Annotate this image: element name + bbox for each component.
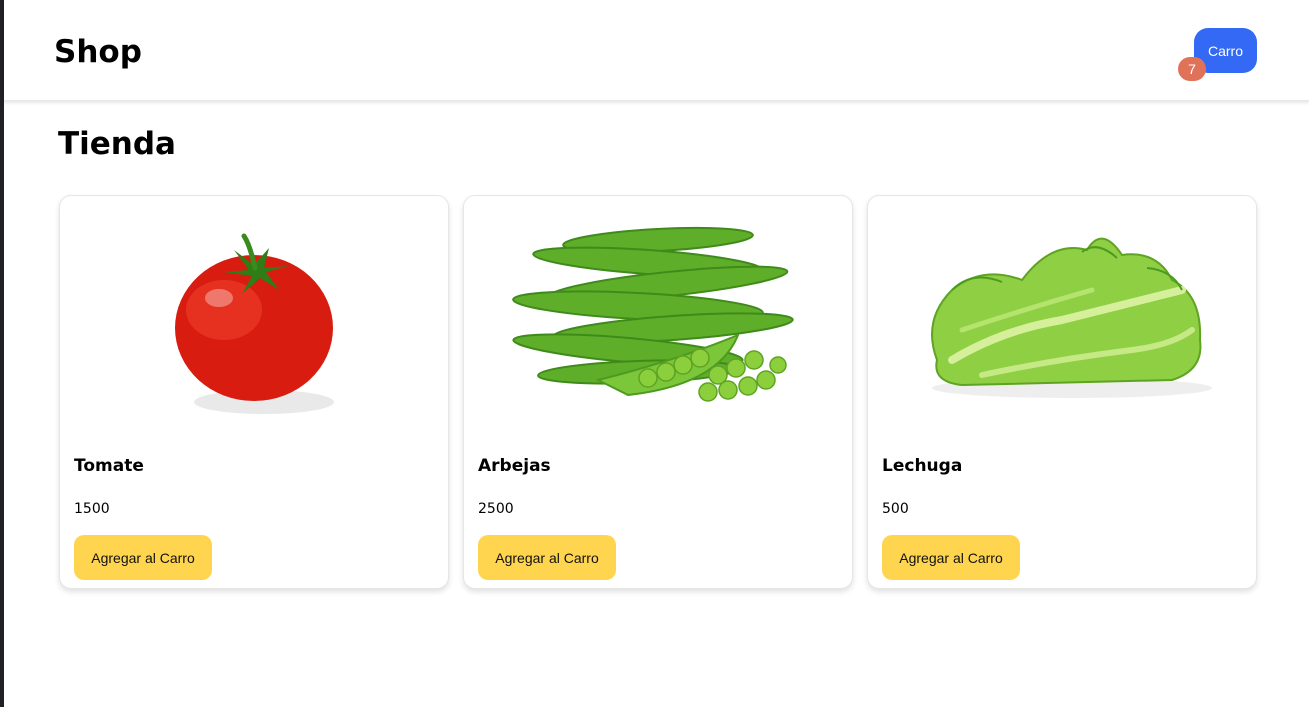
product-price: 1500 [74, 501, 110, 517]
page-title: Tienda [58, 126, 176, 162]
lettuce-image [882, 210, 1242, 430]
add-to-cart-button[interactable]: Agregar al Carro [882, 535, 1020, 580]
product-card: Arbejas 2500 Agregar al Carro [463, 195, 853, 589]
product-price: 2500 [478, 501, 514, 517]
product-name: Arbejas [478, 456, 551, 476]
window-edge [0, 0, 4, 707]
product-name: Lechuga [882, 456, 963, 476]
product-name: Tomate [74, 456, 144, 476]
cart-count-badge: 7 [1178, 57, 1206, 81]
tomato-image [74, 210, 434, 430]
product-card: Lechuga 500 Agregar al Carro [867, 195, 1257, 589]
add-to-cart-button[interactable]: Agregar al Carro [74, 535, 212, 580]
navbar: Shop [4, 0, 1309, 101]
product-grid: Tomate 1500 Agregar al Carro Arbejas 250… [59, 195, 1259, 589]
product-price: 500 [882, 501, 909, 517]
brand-title: Shop [54, 34, 142, 70]
add-to-cart-button[interactable]: Agregar al Carro [478, 535, 616, 580]
peas-image [478, 210, 838, 430]
product-card: Tomate 1500 Agregar al Carro [59, 195, 449, 589]
